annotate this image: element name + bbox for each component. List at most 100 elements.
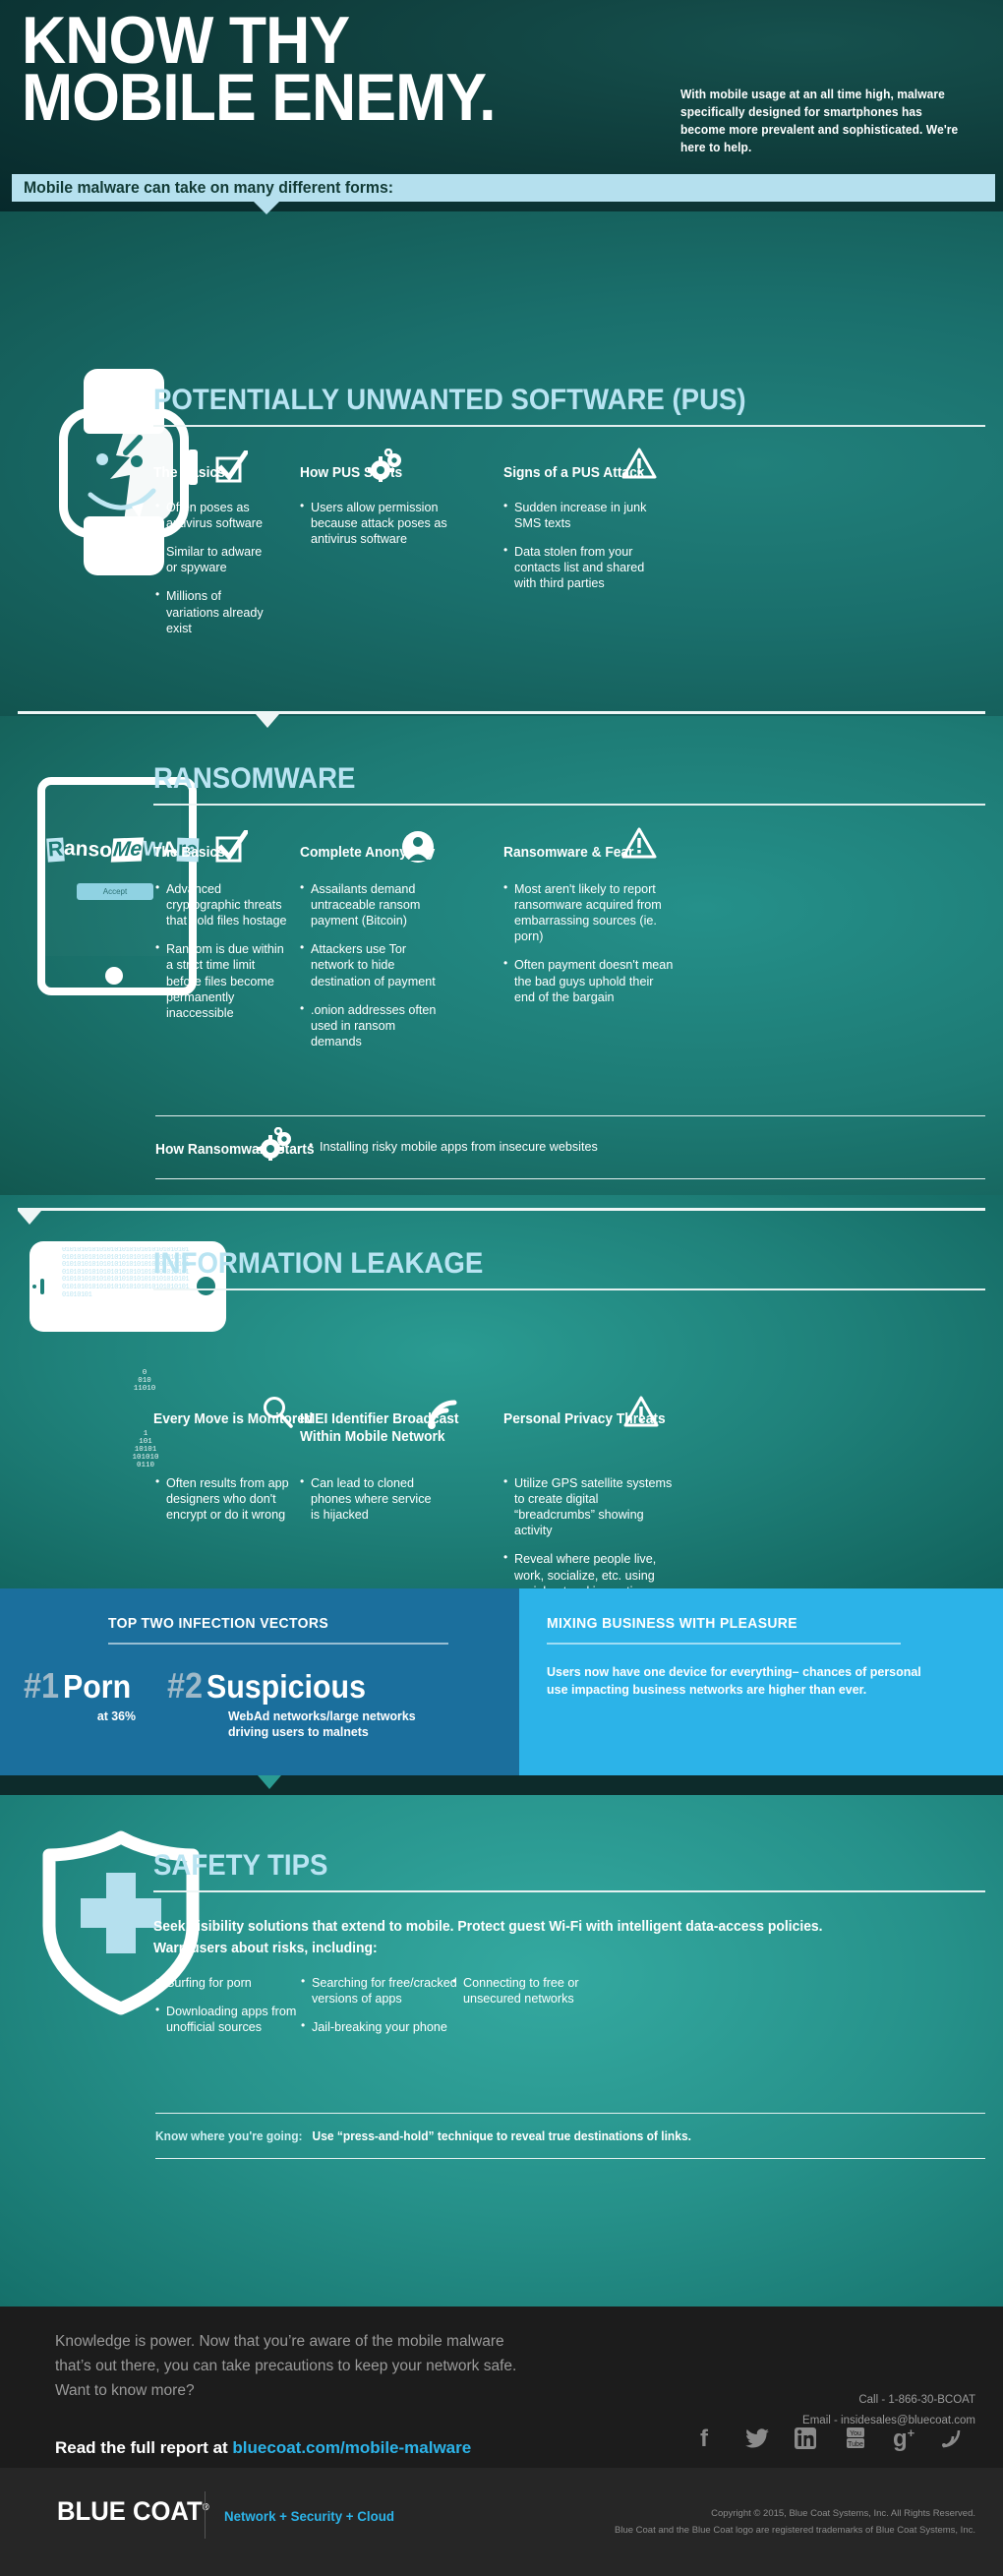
rank-sub: WebAd networks/large networks driving us…	[228, 1708, 416, 1740]
twitter-icon[interactable]	[745, 2428, 769, 2453]
page-title: KNOW THY MOBILE ENEMY.	[22, 7, 655, 136]
rank-name: Suspicious	[206, 1668, 367, 1705]
infographic-page: KNOW THY MOBILE ENEMY. With mobile usage…	[0, 0, 1003, 2576]
footer-paragraph: Knowledge is power. Now that you’re awar…	[55, 2333, 517, 2400]
ransom-word-part: R	[46, 837, 65, 863]
list-item: Similar to adware or spyware	[155, 543, 273, 575]
infection-vector-item-2: #2 Suspicious WebAd networks/large networ…	[167, 1665, 444, 1741]
safety-tips-col1-bullets: Surfing for porn Downloading apps from u…	[155, 1974, 313, 2048]
binary-drip-icon: 1 101 10101 101010 0110	[132, 1430, 159, 1469]
googleplus-icon[interactable]: g+	[893, 2426, 914, 2453]
how-ransomware-starts-bullets: Installing risky mobile apps from insecu…	[309, 1138, 820, 1168]
svg-text:Tube: Tube	[848, 2441, 863, 2448]
footer-read-prefix: Read the full report at	[55, 2438, 233, 2457]
list-item: Installing risky mobile apps from insecu…	[309, 1138, 820, 1155]
pus-col2-bullets: Users allow permission because attack po…	[300, 499, 447, 560]
youtube-icon[interactable]: You Tube	[844, 2427, 867, 2454]
safety-tips-col2-bullets: Searching for free/cracked versions of a…	[301, 1974, 458, 2048]
safety-tips-lede-line2: Warn users about risks, including:	[153, 1941, 378, 1956]
safety-note-bottom-rule	[155, 2158, 985, 2159]
ransom-accept-button[interactable]: Accept	[77, 883, 153, 900]
linkedin-icon[interactable]	[795, 2427, 816, 2454]
list-item: Ransom is due within a strict time limit…	[155, 940, 293, 1021]
list-item: .onion addresses often used in ransom de…	[300, 1001, 447, 1049]
list-item: Most aren't likely to report ransomware …	[503, 880, 676, 944]
user-circle-icon	[401, 830, 435, 869]
rank-sub: at 36%	[96, 1708, 136, 1723]
list-item: Often results from app designers who don…	[155, 1474, 293, 1523]
footer-read-report: Read the full report at bluecoat.com/mob…	[55, 2438, 471, 2458]
copyright-notice: Copyright © 2015, Blue Coat Systems, Inc…	[615, 2506, 975, 2539]
safety-tips-col3-bullets: Connecting to free or unsecured networks	[452, 1974, 600, 2019]
rank-number: #1	[24, 1665, 60, 1706]
leakage-col2-bullets: Can lead to cloned phones where service …	[300, 1474, 442, 1535]
rank-name: Porn	[63, 1668, 132, 1705]
how-ransomware-starts-top-rule	[155, 1115, 985, 1116]
list-item: Users allow permission because attack po…	[300, 499, 447, 547]
rank-number: #2	[167, 1665, 204, 1706]
gears-icon	[257, 1126, 293, 1166]
forms-banner: Mobile malware can take on many differen…	[12, 174, 995, 202]
list-item: Searching for free/cracked versions of a…	[301, 1974, 458, 2007]
pus-section-heading: POTENTIALLY UNWANTED SOFTWARE (PUS)	[153, 384, 746, 416]
copyright-line2: Blue Coat and the Blue Coat logo are reg…	[615, 2524, 975, 2536]
list-item: Assailants demand untraceable ransom pay…	[300, 880, 447, 929]
infection-vectors-rule	[108, 1643, 448, 1645]
footer-social-links: f You Tube g+	[700, 2426, 985, 2455]
list-item: Can lead to cloned phones where service …	[300, 1474, 442, 1523]
list-item: Data stolen from your contacts list and …	[503, 543, 661, 591]
brand-tagline: Network + Security + Cloud	[224, 2508, 394, 2524]
rss-icon[interactable]	[940, 2427, 962, 2454]
list-item: Advanced cryptographic threats that hold…	[155, 880, 293, 929]
safety-note: Know where you're going: Use “press-and-…	[155, 2129, 691, 2143]
logo-separator	[205, 2491, 206, 2539]
list-item: Millions of variations already exist	[155, 587, 273, 635]
binary-drip-icon: 0 010 11010	[133, 1369, 156, 1393]
mixing-panel-body: Users now have one device for everything…	[547, 1664, 921, 1698]
list-item: Often poses as antivirus software	[155, 499, 273, 531]
infection-vector-item-1: #1 Porn at 36%	[24, 1665, 142, 1724]
safety-tips-heading-rule	[153, 1890, 985, 1892]
ransomware-heading-rule	[153, 804, 985, 806]
section-divider	[18, 1208, 985, 1211]
brand-logo: BLUE COAT®	[57, 2496, 209, 2526]
infection-vectors-title: TOP TWO INFECTION VECTORS	[108, 1615, 328, 1632]
pus-col3-bullets: Sudden increase in junk SMS texts Data s…	[503, 499, 661, 605]
svg-text:You: You	[850, 2430, 861, 2437]
ransomware-col3-bullets: Most aren't likely to report ransomware …	[503, 880, 676, 1018]
ransom-word-part: Me	[110, 837, 145, 863]
list-item: Downloading apps from unofficial sources	[155, 2003, 313, 2035]
facebook-icon[interactable]: f	[700, 2426, 708, 2453]
information-leakage-heading-rule	[153, 1288, 985, 1290]
information-leakage-heading: INFORMATION LEAKAGE	[153, 1247, 484, 1280]
panel-divider-arrow	[258, 1775, 281, 1789]
tablet-home-button-icon[interactable]	[105, 967, 123, 985]
safety-tips-lede-line1: Seek visibility solutions that extend to…	[153, 1919, 823, 1935]
warning-triangle-icon	[621, 447, 657, 485]
gears-icon	[367, 448, 403, 487]
mixing-panel-title: MIXING BUSINESS WITH PLEASURE	[547, 1615, 797, 1632]
magnifier-icon	[261, 1395, 294, 1433]
hero-subtext: With mobile usage at an all time high, m…	[680, 88, 959, 154]
safety-tips-heading: SAFETY TIPS	[153, 1849, 328, 1882]
footer-report-link[interactable]: bluecoat.com/mobile-malware	[232, 2438, 471, 2457]
infection-vectors-panel: TOP TWO INFECTION VECTORS #1 Porn at 36% …	[0, 1588, 519, 1775]
signal-waves-icon	[425, 1397, 458, 1435]
list-item: Connecting to free or unsecured networks	[452, 1974, 600, 2007]
phone-camera-icon	[32, 1285, 36, 1288]
safety-note-top-rule	[155, 2113, 985, 2114]
page-title-line2: MOBILE ENEMY.	[22, 60, 497, 136]
list-item: Jail-breaking your phone	[301, 2018, 458, 2035]
checkbox-icon	[214, 828, 250, 869]
safety-note-text: Use “press-and-hold” technique to reveal…	[312, 2129, 691, 2143]
phone-speaker-icon	[40, 1279, 44, 1294]
list-item: Sudden increase in junk SMS texts	[503, 499, 661, 531]
section-divider-arrow	[18, 1211, 41, 1225]
mixing-business-panel: MIXING BUSINESS WITH PLEASURE Users now …	[519, 1588, 1003, 1775]
forms-banner-arrow	[254, 202, 279, 214]
safety-note-label: Know where you're going:	[155, 2129, 303, 2143]
brand-logo-text: BLUE COAT	[57, 2496, 203, 2526]
ransomware-section-heading: RANSOMWARE	[153, 762, 356, 795]
footer-call: Call - 1-866-30-BCOAT	[858, 2394, 975, 2406]
list-item: Often payment doesn't mean the bad guys …	[503, 956, 676, 1004]
